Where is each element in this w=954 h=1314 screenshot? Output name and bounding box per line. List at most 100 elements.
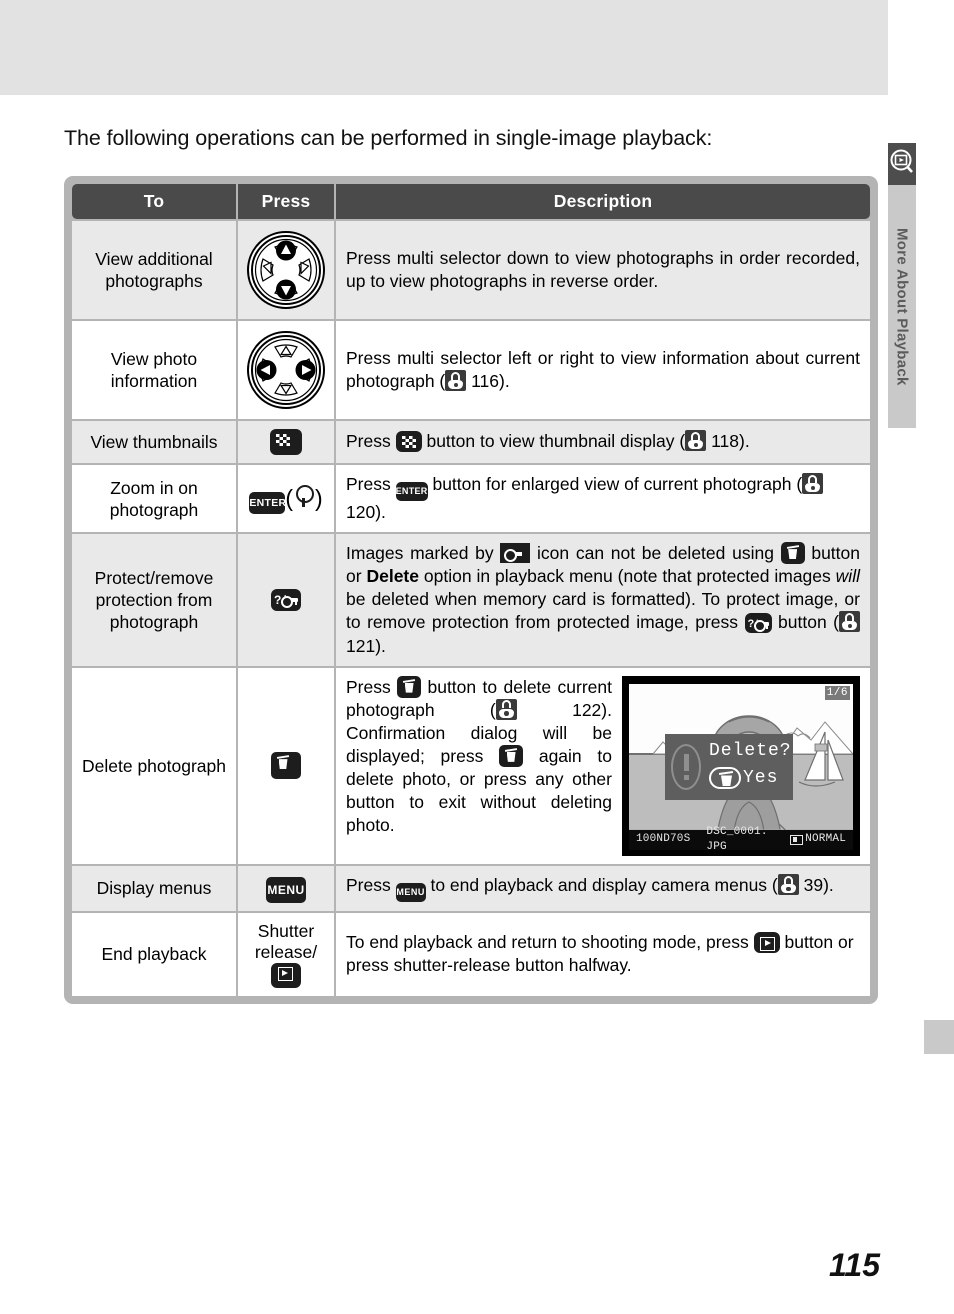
press-cell: Shutter release/ [238, 912, 334, 996]
left-paren: ( [285, 484, 293, 511]
multi-selector-up-down-icon [247, 231, 325, 309]
table-row: End playback Shutter release/ To end pla… [72, 912, 870, 996]
description-text: Press [346, 875, 396, 896]
warning-icon [671, 743, 701, 790]
description-text: To end playback and return to shooting m… [346, 932, 754, 953]
press-cell [238, 667, 334, 864]
page-reference-icon [802, 473, 824, 495]
description-text-6: button ( [771, 612, 839, 633]
delete-button-icon [780, 542, 805, 565]
protect-button-icon[interactable]: ? / [271, 588, 301, 611]
page-number: 115 [828, 1247, 880, 1283]
key-glyph [281, 596, 298, 609]
trash-key-icon [709, 767, 741, 790]
row-description: To end playback and return to shooting m… [336, 912, 870, 996]
quality-icon [790, 834, 804, 845]
table-header-row: To Press Description [72, 184, 870, 219]
press-label-line2: release/ [254, 941, 318, 962]
description-text-mid: button to view thumbnail display ( [421, 431, 686, 452]
page-reference-number: 116 [471, 371, 500, 391]
press-cell [238, 221, 334, 319]
lcd-screen: 1/6 Delete? Yes 100ND70S DSC_0001. JPG N… [629, 683, 853, 850]
press-label-line1: Shutter [257, 920, 315, 941]
table-row: View photo information Press multi selec… [72, 321, 870, 419]
row-label: Protect/remove protection from photograp… [72, 534, 236, 666]
file-name: DSC_0001. JPG [706, 826, 768, 850]
press-cell: ? / [238, 534, 334, 666]
right-paren: ) [315, 484, 323, 511]
top-margin-band [0, 0, 888, 95]
row-label: Display menus [72, 865, 236, 911]
dialog-confirm-label: Yes [743, 767, 779, 788]
page-reference-number: 121 [346, 635, 376, 656]
enter-button-icon: ENTER [395, 482, 428, 502]
press-cell [238, 421, 334, 464]
table-row: View additional photographs Press multi … [72, 221, 870, 319]
top-margin-band-right [888, 0, 954, 95]
protected-marker-icon [500, 543, 531, 564]
row-description: Press button to view thumbnail display (… [336, 421, 870, 464]
playback-magnifier-icon [888, 143, 916, 185]
description-text: Images marked by [346, 543, 501, 564]
row-description: Press ENTER button for enlarged view of … [336, 465, 870, 533]
description-text-2: to end playback and display camera menus… [425, 875, 778, 896]
row-label: View photo information [72, 321, 236, 419]
magnifier-icon [293, 484, 315, 508]
table-row: Protect/remove protection from photograp… [72, 534, 870, 666]
row-label: View thumbnails [72, 421, 236, 464]
press-cell [238, 321, 334, 419]
press-cell: MENU [238, 865, 334, 911]
description-text: Press [346, 676, 398, 697]
row-label: Zoom in on photograph [72, 465, 236, 533]
column-header-description: Description [336, 184, 870, 219]
row-description: Images marked by icon can not be deleted… [336, 534, 870, 666]
delete-button-icon [499, 744, 524, 767]
row-label: Delete photograph [72, 667, 236, 864]
description-text-tail: ). [375, 635, 386, 656]
table-row: Zoom in on photograph ENTER() Press ENTE… [72, 465, 870, 533]
page-reference-icon [839, 611, 860, 633]
row-description: Press button to delete current photograp… [336, 667, 870, 864]
page-reference-icon [777, 874, 799, 896]
description-text-4: option in playback menu (note that prote… [419, 566, 836, 587]
operations-table: To Press Description View additional pho… [64, 176, 878, 1004]
description-text: Press multi selector left or right to vi… [346, 347, 860, 391]
chapter-thumb-tab-label: More About Playback [888, 185, 916, 428]
image-quality: NORMAL [790, 832, 846, 847]
menu-button-icon[interactable]: MENU [266, 876, 306, 903]
dialog-title: Delete? [709, 740, 792, 761]
table-row: View thumbnails Press button to view thu… [72, 421, 870, 464]
multi-selector-left-right-icon [247, 331, 325, 409]
dialog-confirm-row[interactable]: Yes [709, 767, 778, 791]
menu-button-icon: MENU [395, 883, 426, 903]
enter-button-icon[interactable]: ENTER [249, 491, 286, 514]
lcd-status-bar: 100ND70S DSC_0001. JPG NORMAL [629, 826, 853, 850]
delete-button-icon[interactable] [271, 752, 301, 780]
table-row: Display menus MENU Press MENU to end pla… [72, 865, 870, 911]
page-reference-number: 120 [346, 502, 376, 523]
delete-confirmation-dialog: Delete? Yes [665, 733, 793, 800]
description-text-tail: ). [375, 502, 386, 523]
page-reference-icon [685, 430, 707, 452]
row-description: Press MENU to end playback and display c… [336, 865, 870, 911]
protect-button-icon: ?/ [744, 613, 772, 634]
page-reference-number: 39 [803, 875, 824, 896]
thumbnail-button-icon [395, 431, 422, 453]
row-description: Press multi selector down to view photog… [336, 221, 870, 319]
press-cell: ENTER() [238, 465, 334, 533]
row-description: Press multi selector left or right to vi… [336, 321, 870, 419]
playback-button-icon[interactable] [271, 962, 301, 988]
delete-option-name: Delete [366, 566, 419, 587]
description-text-tail: ). [739, 431, 750, 452]
intro-paragraph: The following operations can be performe… [64, 126, 713, 150]
thumbnail-button-icon[interactable] [270, 429, 302, 456]
description-text: Press multi selector down to view photog… [346, 247, 860, 291]
row-label: End playback [72, 912, 236, 996]
page-reference-icon [445, 370, 467, 391]
column-header-to: To [72, 184, 236, 219]
emphasis-will: will [835, 566, 860, 587]
chapter-title-text: More About Playback [893, 227, 911, 386]
column-header-press: Press [238, 184, 334, 219]
description-text: Press [346, 431, 396, 452]
row-label: View additional photographs [72, 221, 236, 319]
